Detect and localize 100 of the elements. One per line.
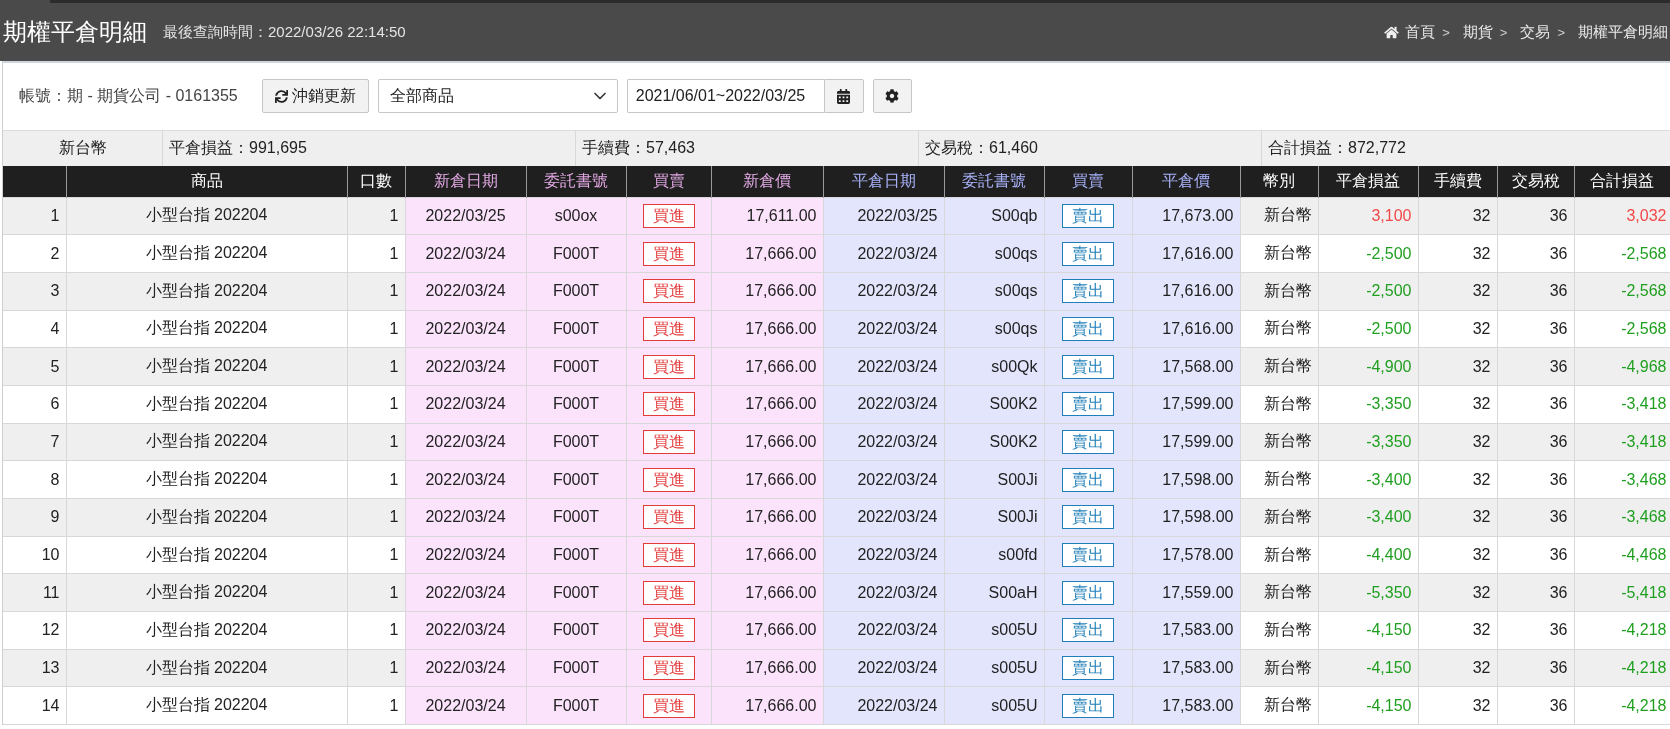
price-cell: 17,616.00 xyxy=(1132,310,1240,348)
fee-cell: 32 xyxy=(1418,573,1497,612)
order-number-cell: s00qs xyxy=(944,272,1044,311)
product-cell: 小型台指 202204 xyxy=(66,611,347,650)
product-select[interactable]: 全部商品 xyxy=(377,79,618,113)
sell-tag: 賣出 xyxy=(1062,429,1114,454)
product-cell: 小型台指 202204 xyxy=(66,536,347,574)
total-profit-loss-cell: 3,032 xyxy=(1574,197,1670,235)
order-number-cell: F000T xyxy=(526,686,626,725)
fee-cell: 32 xyxy=(1418,460,1497,499)
currency-cell: 新台幣 xyxy=(1240,498,1318,537)
product-cell: 小型台指 202204 xyxy=(66,347,347,386)
calendar-button[interactable] xyxy=(823,79,864,113)
date-cell: 2022/03/24 xyxy=(405,573,526,612)
order-number-cell: S00K2 xyxy=(944,385,1044,424)
fee-cell: 32 xyxy=(1418,611,1497,650)
currency-cell: 新台幣 xyxy=(1240,385,1318,424)
row-number: 10 xyxy=(3,536,66,574)
product-cell: 小型台指 202204 xyxy=(66,573,347,612)
column-header: 平倉損益 xyxy=(1318,166,1418,197)
profit-loss-cell: -2,500 xyxy=(1318,310,1418,348)
buy-tag: 買進 xyxy=(642,241,695,266)
fee-cell: 32 xyxy=(1418,234,1497,273)
order-number-cell: F000T xyxy=(526,272,626,311)
price-cell: 17,666.00 xyxy=(711,234,823,273)
column-header: 買賣 xyxy=(626,166,711,197)
tax-cell: 36 xyxy=(1497,385,1574,424)
tax-cell: 36 xyxy=(1497,234,1574,273)
currency-cell: 新台幣 xyxy=(1240,234,1318,273)
fee-cell: 32 xyxy=(1418,498,1497,537)
price-cell: 17,616.00 xyxy=(1132,234,1240,273)
order-number-cell: s005U xyxy=(944,611,1044,650)
currency-cell: 新台幣 xyxy=(1240,197,1318,235)
product-cell: 小型台指 202204 xyxy=(66,649,347,687)
sell-tag: 賣出 xyxy=(1062,543,1114,568)
breadcrumb-link[interactable]: 交易 xyxy=(1520,22,1551,42)
buy-tag: 買進 xyxy=(642,392,695,417)
order-number-cell: F000T xyxy=(526,536,626,574)
order-number-cell: s00qs xyxy=(944,310,1044,348)
sell-tag: 賣出 xyxy=(1062,656,1114,681)
price-cell: 17,666.00 xyxy=(711,347,823,386)
product-cell: 小型台指 202204 xyxy=(66,460,347,499)
breadcrumb-link[interactable]: 首頁 xyxy=(1405,22,1436,42)
price-cell: 17,666.00 xyxy=(711,686,823,725)
currency-cell: 新台幣 xyxy=(1240,347,1318,386)
price-cell: 17,666.00 xyxy=(711,536,823,574)
price-cell: 17,666.00 xyxy=(711,498,823,537)
breadcrumb-link[interactable]: 期權平倉明細 xyxy=(1578,22,1668,42)
date-cell: 2022/03/24 xyxy=(823,649,944,687)
order-number-cell: F000T xyxy=(526,498,626,537)
date-cell: 2022/03/24 xyxy=(823,498,944,537)
order-number-cell: s005U xyxy=(944,649,1044,687)
profit-loss-cell: -4,150 xyxy=(1318,686,1418,725)
currency-cell: 新台幣 xyxy=(1240,649,1318,687)
row-number: 9 xyxy=(3,498,66,537)
price-cell: 17,666.00 xyxy=(711,460,823,499)
date-cell: 2022/03/24 xyxy=(405,347,526,386)
row-number: 12 xyxy=(3,611,66,650)
row-number: 14 xyxy=(3,686,66,725)
column-header: 委託書號 xyxy=(526,166,626,197)
product-cell: 小型台指 202204 xyxy=(66,234,347,273)
quantity-cell: 1 xyxy=(347,234,405,273)
row-number: 7 xyxy=(3,423,66,461)
profit-loss-cell: -2,500 xyxy=(1318,272,1418,311)
product-cell: 小型台指 202204 xyxy=(66,498,347,537)
order-number-cell: F000T xyxy=(526,385,626,424)
tax-cell: 36 xyxy=(1497,272,1574,311)
date-cell: 2022/03/24 xyxy=(405,611,526,650)
buy-tag: 買進 xyxy=(642,505,695,530)
refresh-button[interactable]: 沖銷更新 xyxy=(261,79,369,113)
refresh-icon xyxy=(274,89,288,103)
date-cell: 2022/03/25 xyxy=(405,197,526,235)
tax-cell: 36 xyxy=(1497,498,1574,537)
breadcrumb-separator: > xyxy=(1442,24,1450,40)
date-cell: 2022/03/24 xyxy=(823,234,944,273)
column-header: 交易稅 xyxy=(1497,166,1574,197)
tax-cell: 36 xyxy=(1497,310,1574,348)
buy-tag: 買進 xyxy=(642,543,695,568)
breadcrumb-link[interactable]: 期貨 xyxy=(1462,22,1493,42)
column-header: 口數 xyxy=(347,166,405,197)
date-cell: 2022/03/24 xyxy=(405,498,526,537)
column-header: 平倉日期 xyxy=(823,166,944,197)
price-cell: 17,583.00 xyxy=(1132,649,1240,687)
settings-button[interactable] xyxy=(872,79,912,113)
order-number-cell: S00K2 xyxy=(944,423,1044,461)
date-range-field[interactable]: 2021/06/01~2022/03/25 xyxy=(626,79,824,113)
column-header: 買賣 xyxy=(1044,166,1132,197)
date-cell: 2022/03/24 xyxy=(405,272,526,311)
row-number: 8 xyxy=(3,460,66,499)
fee-cell: 32 xyxy=(1418,272,1497,311)
order-number-cell: S00aH xyxy=(944,573,1044,612)
date-cell: 2022/03/24 xyxy=(823,573,944,612)
price-cell: 17,583.00 xyxy=(1132,686,1240,725)
price-cell: 17,578.00 xyxy=(1132,536,1240,574)
order-number-cell: S00qb xyxy=(944,197,1044,235)
sell-tag: 賣出 xyxy=(1062,467,1114,492)
buy-tag: 買進 xyxy=(642,429,695,454)
profit-loss-cell: -4,900 xyxy=(1318,347,1418,386)
home-icon[interactable] xyxy=(1384,25,1400,39)
tax-cell: 36 xyxy=(1497,423,1574,461)
